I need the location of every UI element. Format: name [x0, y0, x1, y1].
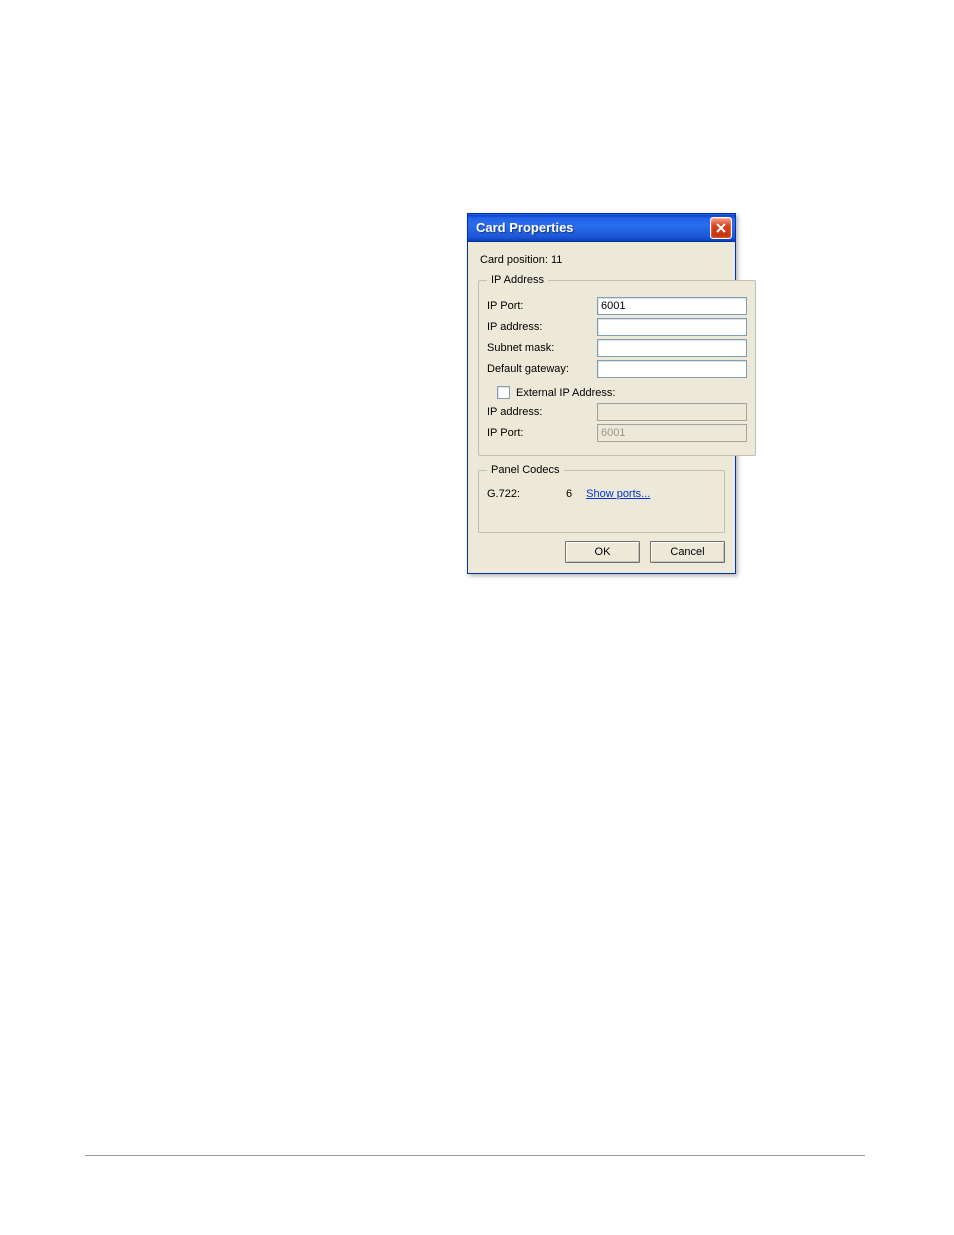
ip-port-input[interactable] — [597, 297, 747, 315]
g722-label: G.722: — [487, 488, 552, 500]
subnet-mask-label: Subnet mask: — [487, 342, 597, 354]
ext-ip-address-label: IP address: — [487, 406, 597, 418]
default-gateway-label: Default gateway: — [487, 363, 597, 375]
close-icon — [716, 223, 726, 233]
close-button[interactable] — [710, 217, 732, 239]
default-gateway-input[interactable] — [597, 360, 747, 378]
dialog-body: Card position: 11 IP Address IP Port: IP… — [468, 242, 735, 573]
ip-port-label: IP Port: — [487, 300, 597, 312]
card-position-label: Card position: — [480, 254, 548, 266]
dialog-title: Card Properties — [476, 220, 574, 235]
ip-address-input[interactable] — [597, 318, 747, 336]
ext-ip-address-input — [597, 403, 747, 421]
titlebar: Card Properties — [468, 214, 735, 242]
show-ports-link[interactable]: Show ports... — [586, 488, 650, 500]
subnet-mask-input[interactable] — [597, 339, 747, 357]
card-position-value: 11 — [551, 254, 562, 266]
cancel-button[interactable]: Cancel — [650, 541, 725, 563]
ip-address-group: IP Address IP Port: IP address: Subnet m… — [478, 274, 756, 456]
external-ip-checkbox-label: External IP Address: — [516, 387, 615, 399]
button-row: OK Cancel — [478, 541, 725, 563]
page-divider — [85, 1155, 865, 1156]
ip-address-legend: IP Address — [487, 274, 548, 286]
ok-button[interactable]: OK — [565, 541, 640, 563]
g722-count: 6 — [566, 488, 572, 500]
ext-ip-port-label: IP Port: — [487, 427, 597, 439]
panel-codecs-legend: Panel Codecs — [487, 464, 564, 476]
panel-codecs-group: Panel Codecs G.722: 6 Show ports... — [478, 464, 725, 533]
external-ip-checkbox[interactable] — [497, 386, 510, 399]
card-properties-dialog: Card Properties Card position: 11 IP Add… — [467, 213, 736, 574]
ip-address-label: IP address: — [487, 321, 597, 333]
card-position-row: Card position: 11 — [480, 254, 723, 266]
ext-ip-port-input — [597, 424, 747, 442]
